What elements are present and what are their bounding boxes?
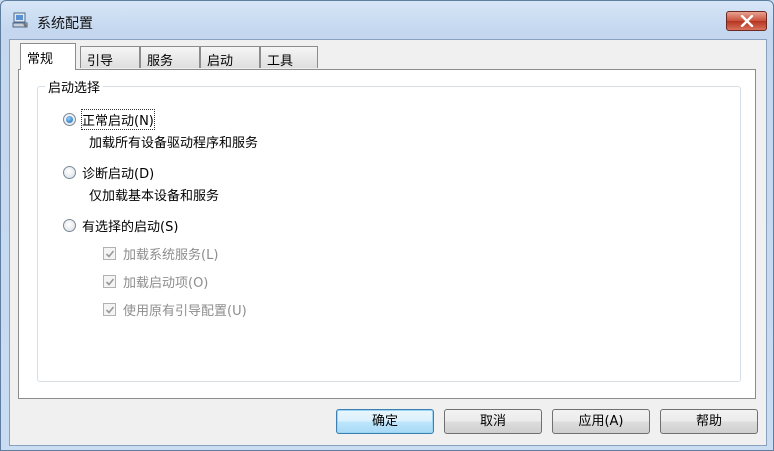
normal-startup-label[interactable]: 正常启动(N) <box>81 109 155 130</box>
apply-button[interactable]: 应用(A) <box>552 409 650 434</box>
msconfig-computer-icon <box>12 12 28 28</box>
load-system-services-checkbox[interactable] <box>103 247 116 260</box>
close-button[interactable] <box>726 11 767 31</box>
use-original-boot-config-checkbox[interactable] <box>103 303 116 316</box>
load-startup-items-checkbox[interactable] <box>103 275 116 288</box>
diagnostic-startup-radio[interactable] <box>63 166 76 179</box>
general-tab-panel: 启动选择 正常启动(N) 加载所有设备驱动程序和服务 诊断启动(D) 仅加载基本… <box>18 69 756 399</box>
dialog-client-area: 常规 引导 服务 启动 工具 启动选择 正常启动(N) 加载所有设备驱动程序和服… <box>9 39 767 446</box>
group-legend: 启动选择 <box>45 77 104 96</box>
tab-startup[interactable]: 启动 <box>200 46 260 69</box>
ok-button[interactable]: 确定 <box>336 409 434 434</box>
tab-boot[interactable]: 引导 <box>80 46 140 69</box>
tab-label: 启动 <box>207 54 234 69</box>
checkmark-icon <box>105 306 115 314</box>
normal-startup-radio[interactable] <box>63 113 76 126</box>
tab-label: 常规 <box>27 52 54 67</box>
load-startup-items-label: 加载启动项(O) <box>123 276 209 291</box>
tab-general[interactable]: 常规 <box>20 43 76 70</box>
tab-label: 引导 <box>87 54 114 69</box>
title-bar[interactable]: 系统配置 <box>1 1 773 39</box>
close-icon <box>740 15 754 27</box>
use-original-boot-config-label: 使用原有引导配置(U) <box>123 304 247 319</box>
tab-label: 服务 <box>147 54 174 69</box>
diagnostic-startup-label[interactable]: 诊断启动(D) <box>82 163 154 182</box>
selective-startup-radio[interactable] <box>63 219 76 232</box>
system-configuration-window: 系统配置 常规 引导 服务 启动 工具 启动选择 正常启动(N) 加载所有设备驱… <box>0 0 774 451</box>
tab-services[interactable]: 服务 <box>140 46 200 69</box>
tab-tools[interactable]: 工具 <box>260 46 318 69</box>
checkmark-icon <box>105 250 115 258</box>
tab-label: 工具 <box>267 54 294 69</box>
window-title: 系统配置 <box>37 16 93 32</box>
diagnostic-startup-description: 仅加载基本设备和服务 <box>89 189 220 204</box>
selective-startup-label[interactable]: 有选择的启动(S) <box>82 216 178 235</box>
load-system-services-label: 加载系统服务(L) <box>123 248 219 263</box>
checkmark-icon <box>105 278 115 286</box>
cancel-button[interactable]: 取消 <box>444 409 542 434</box>
normal-startup-description: 加载所有设备驱动程序和服务 <box>89 136 259 151</box>
help-button[interactable]: 帮助 <box>660 409 758 434</box>
